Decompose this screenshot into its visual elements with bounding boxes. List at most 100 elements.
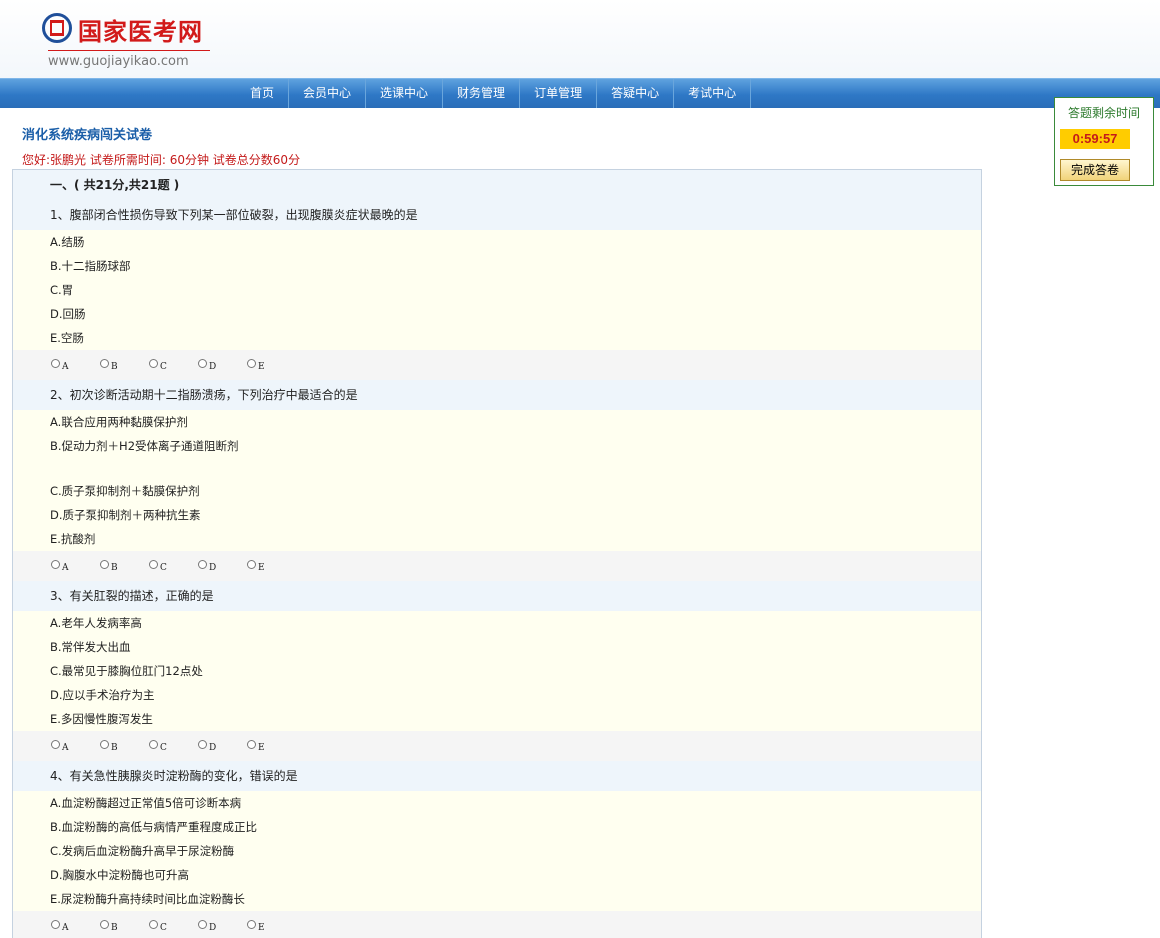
- radio-icon[interactable]: [247, 739, 256, 749]
- answer-radio-d[interactable]: D: [198, 559, 247, 573]
- option-d: D.质子泵抑制剂＋两种抗生素: [50, 508, 201, 522]
- site-logo[interactable]: 国家医考网 www.guojiayikao.com: [42, 10, 222, 72]
- option-b: B.促动力剂＋H2受体离子通道阻断剂: [50, 439, 239, 453]
- question-options: A.老年人发病率高 B.常伴发大出血 C.最常见于膝胸位肛门12点处 D.应以手…: [13, 611, 981, 731]
- question-options: A.结肠 B.十二指肠球部 C.胃 D.回肠 E.空肠: [13, 230, 981, 350]
- question-stem: 1、腹部闭合性损伤导致下列某一部位破裂，出现腹膜炎症状最晚的是: [13, 200, 981, 230]
- radio-icon[interactable]: [198, 739, 207, 749]
- radio-icon[interactable]: [149, 358, 158, 368]
- logo-emblem-icon: [42, 13, 72, 43]
- answer-radio-e[interactable]: E: [247, 739, 296, 753]
- main-nav: 首页 会员中心 选课中心 财务管理 订单管理 答疑中心 考试中心: [0, 78, 1160, 108]
- answer-letter: C: [160, 923, 167, 933]
- answer-radio-b[interactable]: B: [100, 358, 149, 372]
- option-a: A.联合应用两种黏膜保护剂: [50, 415, 188, 429]
- radio-icon[interactable]: [247, 559, 256, 569]
- logo-divider: [48, 50, 210, 51]
- radio-icon[interactable]: [198, 358, 207, 368]
- nav-item-home[interactable]: 首页: [236, 79, 290, 108]
- question-2: 2、初次诊断活动期十二指肠溃疡，下列治疗中最适合的是 A.联合应用两种黏膜保护剂…: [13, 380, 981, 581]
- question-options: A.血淀粉酶超过正常值5倍可诊断本病 B.血淀粉酶的高低与病情严重程度成正比 C…: [13, 791, 981, 911]
- answer-letter: C: [160, 362, 167, 372]
- answer-radio-c[interactable]: C: [149, 559, 198, 573]
- radio-icon[interactable]: [247, 919, 256, 929]
- radio-icon[interactable]: [51, 919, 60, 929]
- answer-radio-a[interactable]: A: [51, 358, 100, 372]
- answer-letter: D: [209, 743, 217, 753]
- exam-title: 消化系统疾病闯关试卷: [22, 128, 153, 143]
- answer-radio-d[interactable]: D: [198, 358, 247, 372]
- answer-letter: E: [258, 743, 265, 753]
- option-d: D.回肠: [50, 307, 86, 321]
- question-stem: 4、有关急性胰腺炎时淀粉酶的变化，错误的是: [13, 761, 981, 791]
- answer-radio-group: A B C D E: [13, 551, 981, 581]
- radio-icon[interactable]: [198, 559, 207, 569]
- answer-radio-a[interactable]: A: [51, 919, 100, 933]
- nav-items: 首页 会员中心 选课中心 财务管理 订单管理 答疑中心 考试中心: [236, 79, 752, 108]
- answer-letter: A: [62, 743, 69, 753]
- radio-icon[interactable]: [198, 919, 207, 929]
- answer-radio-b[interactable]: B: [100, 559, 149, 573]
- radio-icon[interactable]: [51, 559, 60, 569]
- logo-url: www.guojiayikao.com: [48, 54, 189, 69]
- answer-radio-b[interactable]: B: [100, 919, 149, 933]
- nav-item-member-center[interactable]: 会员中心: [289, 79, 367, 108]
- finish-exam-button[interactable]: 完成答卷: [1060, 159, 1130, 181]
- answer-radio-d[interactable]: D: [198, 919, 247, 933]
- answer-letter: D: [209, 563, 217, 573]
- radio-icon[interactable]: [100, 919, 109, 929]
- answer-letter: D: [209, 362, 217, 372]
- answer-letter: C: [160, 743, 167, 753]
- site-header: 国家医考网 www.guojiayikao.com: [0, 0, 1160, 78]
- radio-icon[interactable]: [247, 358, 256, 368]
- answer-radio-e[interactable]: E: [247, 358, 296, 372]
- option-e: E.空肠: [50, 331, 84, 345]
- answer-radio-e[interactable]: E: [247, 919, 296, 933]
- answer-radio-a[interactable]: A: [51, 739, 100, 753]
- radio-icon[interactable]: [149, 739, 158, 749]
- option-d: D.胸腹水中淀粉酶也可升高: [50, 868, 190, 882]
- question-stem: 2、初次诊断活动期十二指肠溃疡，下列治疗中最适合的是: [13, 380, 981, 410]
- option-b: B.常伴发大出血: [50, 640, 131, 654]
- radio-icon[interactable]: [100, 358, 109, 368]
- radio-icon[interactable]: [149, 559, 158, 569]
- section-heading: 一、( 共21分,共21题 ): [13, 170, 981, 200]
- answer-radio-c[interactable]: C: [149, 358, 198, 372]
- nav-item-course-center[interactable]: 选课中心: [366, 79, 444, 108]
- answer-radio-group: A B C D E: [13, 911, 981, 938]
- option-b: B.血淀粉酶的高低与病情严重程度成正比: [50, 820, 258, 834]
- answer-letter: E: [258, 362, 265, 372]
- answer-letter: A: [62, 923, 69, 933]
- question-3: 3、有关肛裂的描述，正确的是 A.老年人发病率高 B.常伴发大出血 C.最常见于…: [13, 581, 981, 761]
- option-c: C.质子泵抑制剂＋黏膜保护剂: [50, 484, 200, 498]
- answer-radio-d[interactable]: D: [198, 739, 247, 753]
- radio-icon[interactable]: [100, 739, 109, 749]
- answer-radio-a[interactable]: A: [51, 559, 100, 573]
- option-e: E.尿淀粉酶升高持续时间比血淀粉酶长: [50, 892, 245, 906]
- answer-letter: E: [258, 923, 265, 933]
- option-c: C.胃: [50, 283, 74, 297]
- option-e: E.多因慢性腹泻发生: [50, 712, 153, 726]
- answer-letter: E: [258, 563, 265, 573]
- answer-letter: B: [111, 743, 118, 753]
- option-b: B.十二指肠球部: [50, 259, 131, 273]
- nav-item-finance[interactable]: 财务管理: [443, 79, 521, 108]
- radio-icon[interactable]: [149, 919, 158, 929]
- option-a: A.老年人发病率高: [50, 616, 142, 630]
- answer-radio-group: A B C D E: [13, 350, 981, 380]
- nav-item-exam-center[interactable]: 考试中心: [674, 79, 752, 108]
- answer-letter: A: [62, 362, 69, 372]
- radio-icon[interactable]: [51, 358, 60, 368]
- answer-radio-b[interactable]: B: [100, 739, 149, 753]
- answer-radio-c[interactable]: C: [149, 739, 198, 753]
- question-4: 4、有关急性胰腺炎时淀粉酶的变化，错误的是 A.血淀粉酶超过正常值5倍可诊断本病…: [13, 761, 981, 938]
- radio-icon[interactable]: [51, 739, 60, 749]
- timer-panel: 答题剩余时间 0:59:57 完成答卷: [1054, 97, 1154, 186]
- nav-item-orders[interactable]: 订单管理: [520, 79, 598, 108]
- option-c: C.发病后血淀粉酶升高早于尿淀粉酶: [50, 844, 235, 858]
- nav-item-qa-center[interactable]: 答疑中心: [597, 79, 675, 108]
- option-a: A.血淀粉酶超过正常值5倍可诊断本病: [50, 796, 242, 810]
- answer-radio-e[interactable]: E: [247, 559, 296, 573]
- answer-radio-c[interactable]: C: [149, 919, 198, 933]
- radio-icon[interactable]: [100, 559, 109, 569]
